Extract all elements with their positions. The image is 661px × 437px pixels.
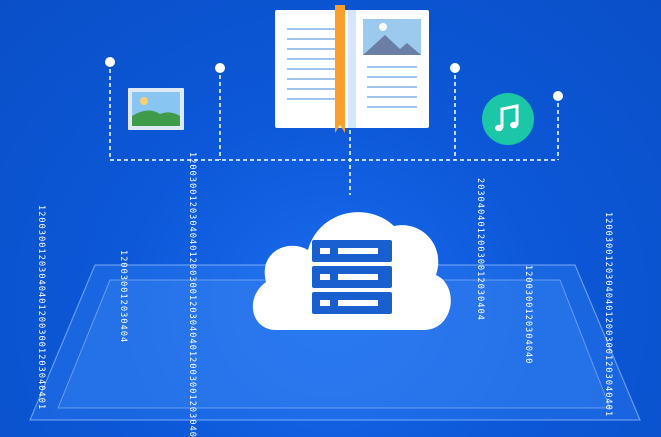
music-note-icon [482,93,534,145]
binary-stream-1: 120030012030404012003001203040401 [36,205,46,411]
cloud-server-icon [252,212,451,330]
binary-stream-2: 1200300120304040120030012030404012003001… [187,152,197,437]
illustration-scene: 120030012030404012003001203040401 120030… [0,0,661,437]
binary-stream-6: 120030012030404012003001203040401 [603,212,613,418]
binary-stream-4: 20304040120030012030404 [475,178,485,322]
binary-stream-5: 1200300120304040 [523,265,533,365]
binary-stream-3: 120030012030404 [118,250,128,344]
image-icon [128,88,184,130]
open-book-icon [275,5,429,133]
